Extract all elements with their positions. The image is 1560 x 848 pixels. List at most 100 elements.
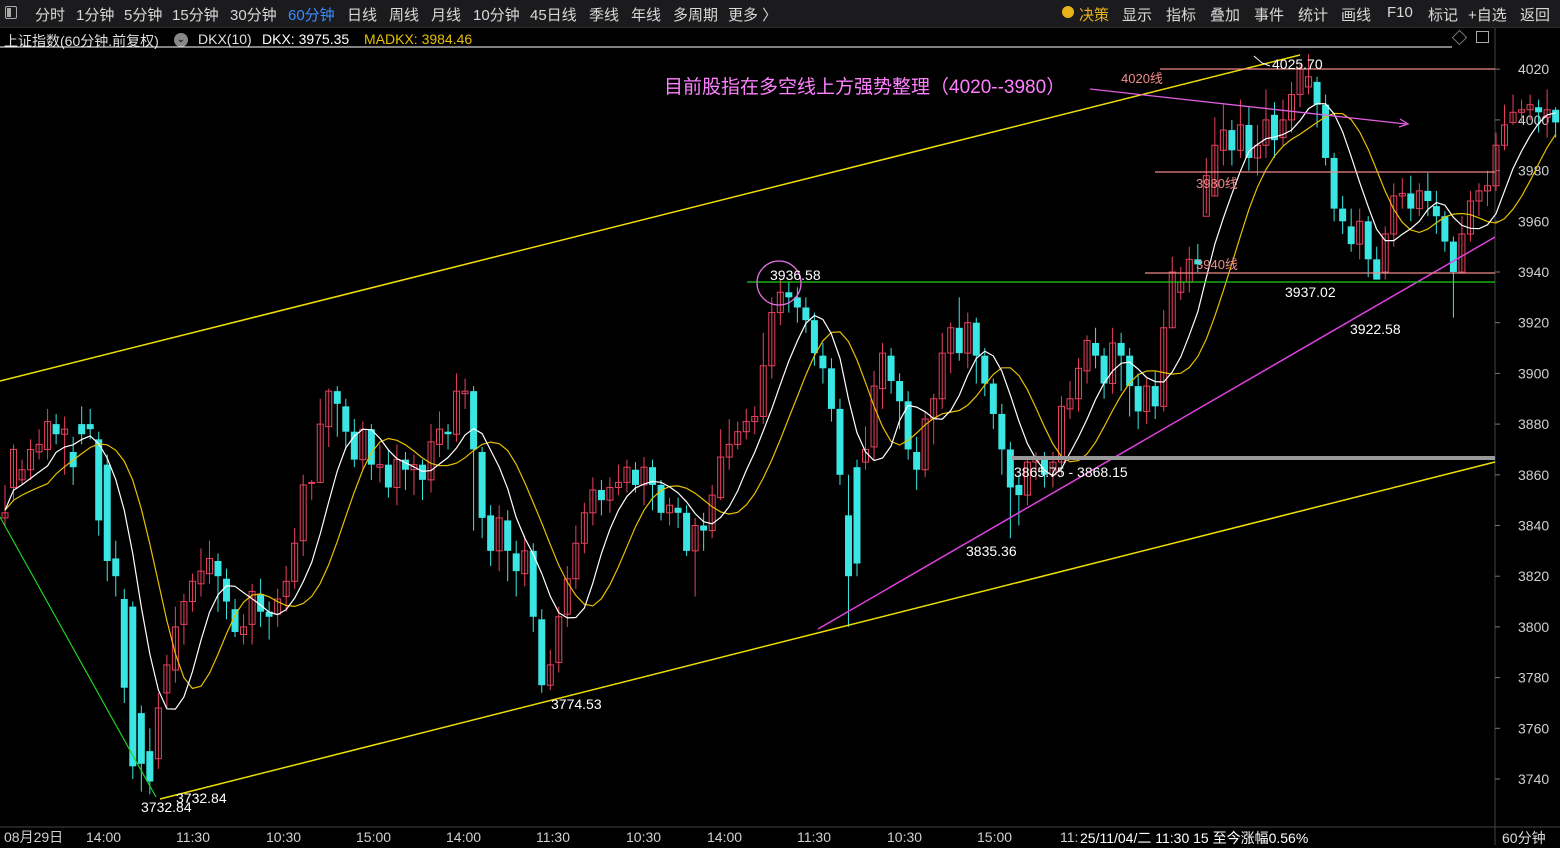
lower-channel-line (159, 461, 1496, 800)
candle-body-down (137, 713, 145, 764)
candle-body-down (214, 560, 222, 577)
x-tick-label: 11:30 (797, 829, 831, 845)
label-3980-line: 3980线 (1196, 176, 1238, 191)
candle-body-down (1441, 216, 1449, 242)
candle-body-down (333, 391, 341, 404)
x-tick-label: 10:30 (626, 829, 661, 845)
y-tick-label: 3860 (1518, 467, 1549, 483)
candle-body-down (1245, 124, 1253, 158)
y-tick-label: 3760 (1518, 720, 1549, 736)
candlestick-chart: 4020 4000 3980 3960 3940 3920 3900 3880 3860 3840… (0, 28, 1560, 845)
gap-line (1012, 456, 1495, 460)
x-tick-label: 10:30 (887, 829, 922, 845)
x-tick-label: 14:00 (446, 829, 481, 845)
candle-body-down (1015, 484, 1023, 496)
candle-body-down (853, 467, 861, 564)
candle-body-down (504, 520, 512, 551)
y-tick-label: 3820 (1518, 568, 1549, 584)
candle-body-down (146, 751, 154, 782)
label-gap: 3865.75 - 3868.15 (1014, 464, 1128, 480)
candle-body-down (112, 558, 120, 577)
candle-body-down (1424, 190, 1432, 202)
x-tick-label: 08月29日 (4, 829, 63, 845)
candle-body-down (597, 490, 605, 501)
candles-group (1, 53, 1560, 795)
candle-body-down (95, 439, 103, 521)
label-low-3922: 3922.58 (1350, 321, 1401, 337)
candle-body-down (998, 413, 1006, 450)
x-tick-label: 11: (1060, 829, 1078, 845)
y-tick-label: 4000 (1518, 112, 1549, 128)
x-tick-label: 10:30 (266, 829, 301, 845)
candle-body-down (674, 507, 682, 513)
x-tick-label: 11:30 (536, 829, 570, 845)
headline-annotation: 目前股指在多空线上方强势整理（4020--3980） (664, 76, 1065, 98)
candle-body-down (1322, 104, 1330, 158)
candle-body-down (827, 368, 835, 409)
candle-body-down (896, 381, 904, 402)
candle-body-down (1228, 130, 1236, 151)
candle-body-down (1126, 355, 1134, 387)
x-tick-label: 14:00 (707, 829, 742, 845)
label-4020-line: 4020线 (1121, 71, 1163, 86)
candle-body-down (1134, 386, 1142, 412)
candle-body-down (1006, 449, 1014, 488)
candle-body-down (1339, 208, 1347, 222)
candle-body-up (308, 481, 316, 484)
candle-body-down (120, 599, 128, 688)
candle-body-down (802, 307, 810, 321)
cursor-info-label: 25/11/04/二 11:30 15 至今涨幅0.56% (1080, 828, 1309, 848)
y-tick-label: 3880 (1518, 416, 1549, 432)
label-low-3732-b: 3732.84 (141, 799, 192, 815)
candle-body-down (1117, 342, 1125, 356)
candle-body-down (1313, 81, 1321, 105)
candle-body-down (478, 451, 486, 518)
y-tick-label: 3900 (1518, 365, 1549, 381)
candle-body-down (1552, 109, 1560, 123)
madkx-line (4, 112, 1557, 690)
x-tick-label: 14:00 (86, 829, 121, 845)
candle-body-down (342, 406, 350, 432)
candle-body-down (1535, 107, 1543, 113)
x-tick-label: 15:00 (356, 829, 391, 845)
y-tick-label: 3960 (1518, 213, 1549, 229)
support-trendline (817, 236, 1496, 630)
candle-body-down (785, 292, 793, 298)
candle-body-down (418, 464, 426, 480)
y-tick-label: 3940 (1518, 264, 1549, 280)
candle-body-down (989, 383, 997, 414)
candle-body-down (1347, 226, 1355, 245)
candle-body-down (913, 451, 921, 470)
label-low-3835: 3835.36 (966, 543, 1017, 559)
y-tick-label: 3800 (1518, 619, 1549, 635)
candle-body-down (52, 424, 60, 435)
candle-body-down (1151, 386, 1159, 407)
candle-body-down (972, 322, 980, 356)
label-peak-3936: 3936.58 (770, 267, 821, 283)
candle-body-down (819, 355, 827, 369)
annotation-arrow (1089, 88, 1407, 125)
candle-body-down (1092, 342, 1100, 356)
candle-body-down (1364, 221, 1372, 260)
upper-channel-line (0, 54, 1301, 382)
candle-body-down (444, 431, 452, 435)
label-3940-line: 3940线 (1196, 257, 1238, 272)
candle-body-down (538, 619, 546, 686)
candle-body-down (129, 606, 137, 767)
candle-body-down (367, 429, 375, 465)
candle-body-down (810, 320, 818, 354)
candle-body-down (844, 515, 852, 577)
candle-body-down (86, 424, 94, 430)
y-tick-label: 3740 (1518, 771, 1549, 787)
label-low-3937: 3937.02 (1285, 284, 1336, 300)
candle-body-down (683, 512, 691, 551)
candle-body-down (887, 355, 895, 382)
label-high: 4025.70 (1272, 56, 1323, 72)
candle-body-down (631, 469, 639, 485)
x-tick-label: 15:00 (977, 829, 1012, 845)
candle-body-down (1373, 259, 1381, 280)
candle-body-down (384, 464, 392, 488)
label-low-3774: 3774.53 (551, 696, 602, 712)
y-tick-label: 3980 (1518, 163, 1549, 179)
candle-body-down (700, 525, 708, 531)
